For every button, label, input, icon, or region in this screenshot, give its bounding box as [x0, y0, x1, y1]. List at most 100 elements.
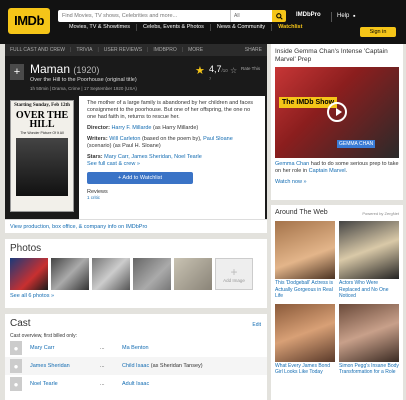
add-image-label: Add Image [223, 277, 245, 283]
actor-link[interactable]: Mary Carr [30, 345, 100, 351]
avatar[interactable]: ● [10, 341, 22, 355]
see-full-cast-link[interactable]: See full cast & crew » [87, 161, 257, 168]
search-input[interactable] [58, 10, 230, 22]
poster-date: Starting Sunday, Feb 12th [14, 103, 70, 108]
web-item-image[interactable] [275, 221, 335, 279]
photo-thumbnail[interactable] [174, 258, 212, 290]
avatar[interactable]: ● [10, 359, 22, 373]
crumb-imdbpro[interactable]: IMDbPro [153, 47, 176, 53]
add-image-button[interactable]: + Add Image [215, 258, 253, 290]
web-item-image[interactable] [339, 221, 399, 279]
stars-label: Stars: [87, 154, 103, 160]
sidebar: Inside Gemma Chan's Intense 'Captain Mar… [271, 44, 403, 400]
writer-link[interactable]: Will Carleton [109, 136, 140, 142]
poster-subtitle: The Wonder Picture Of It All [20, 131, 64, 135]
add-to-watchlist-button[interactable]: + Add to Watchlist [87, 172, 193, 184]
crumb-more[interactable]: MORE [188, 47, 203, 53]
share-icon[interactable]: ▪ [353, 13, 355, 20]
photo-thumbnail[interactable] [92, 258, 130, 290]
cast-dots: ... [100, 345, 105, 351]
imdbpro-link[interactable]: IMDbPro [296, 12, 321, 18]
rate-star-icon[interactable]: ☆ [230, 66, 237, 75]
character-link[interactable]: Adult Isaac [122, 381, 149, 387]
overview-area: Starting Sunday, Feb 12th OVER THE HILL … [5, 96, 267, 219]
cast-row: ● Mary Carr ... Ma Benton [5, 339, 267, 357]
character-role: Child Isaac (as Sheridan Tansey) [122, 363, 203, 369]
add-to-watchlist-ribbon[interactable]: + [10, 64, 24, 80]
edit-cast-link[interactable]: Edit [252, 322, 261, 328]
signin-button[interactable]: Sign in [360, 27, 396, 37]
title-bar: + Maman (1920) Over the Hill to the Poor… [5, 56, 267, 96]
character-link[interactable]: Child Isaac [122, 363, 149, 369]
cast-section: Cast Edit Cast overview, first billed on… [5, 308, 267, 400]
poster-image: Starting Sunday, Feb 12th OVER THE HILL … [11, 101, 73, 211]
actor-link[interactable]: James Sheridan [30, 363, 100, 369]
web-item[interactable]: This 'Dodgeball' Actress is Actually Gor… [275, 221, 335, 300]
top-navbar: IMDb All IMDbPro Help ▪ Movies, TV & Sho… [0, 0, 406, 44]
cast-dots: ... [100, 381, 105, 387]
photos-heading: Photos [10, 243, 42, 254]
search-scope-select[interactable]: All [230, 10, 272, 22]
divider [331, 12, 332, 22]
web-item[interactable]: Simon Pegg's Insane Body Transformation … [339, 303, 399, 376]
search-button[interactable] [272, 10, 286, 22]
cast-dots: ... [100, 363, 105, 369]
web-item-image[interactable] [275, 303, 335, 362]
imdbpro-info-bar: View production, box office, & company i… [5, 219, 267, 233]
web-item[interactable]: What Every James Bond Girl Looks Like To… [275, 303, 335, 376]
crumb-trivia[interactable]: TRIVIA [76, 47, 92, 53]
cast-row: ● Noel Tearle ... Adult Isaac [5, 375, 267, 393]
video-thumbnail[interactable]: The IMDb Show GEMMA CHAN [275, 67, 399, 158]
summary-panel: The mother of a large family is abandone… [79, 96, 265, 219]
web-item-caption[interactable]: Actors Who Were Replaced and No One Noti… [339, 280, 399, 300]
director-credit: Director: Harry F. Millarde (as Harry Mi… [87, 125, 257, 132]
around-the-web: Around The Web Powered by ZergNet This '… [271, 205, 403, 400]
writer-link[interactable]: Paul Sloane [203, 136, 233, 142]
actor-link[interactable]: Noel Tearle [30, 381, 100, 387]
poster[interactable]: Starting Sunday, Feb 12th OVER THE HILL … [10, 100, 74, 212]
crumb-full-cast[interactable]: FULL CAST AND CREW [10, 47, 65, 53]
featured-video-card: Inside Gemma Chan's Intense 'Captain Mar… [271, 44, 403, 200]
imdbpro-info-link[interactable]: View production, box office, & company i… [10, 224, 147, 230]
crumb-user-reviews[interactable]: USER REVIEWS [104, 47, 142, 53]
web-item-image[interactable] [339, 303, 399, 362]
photo-thumbnail[interactable] [10, 258, 48, 290]
play-icon[interactable] [327, 102, 347, 122]
rate-this[interactable]: Rate This [241, 66, 260, 71]
title-text: Maman [30, 62, 71, 76]
caption-person-link[interactable]: Gemma Chan [275, 161, 309, 167]
rating-count[interactable]: 7 [209, 76, 211, 81]
help-link[interactable]: Help [337, 13, 349, 19]
caption-movie-link[interactable]: Captain Marvel [309, 168, 346, 174]
nav-celebs[interactable]: Celebs, Events & Photos [137, 24, 211, 31]
character-link[interactable]: Ma Benton [122, 345, 149, 351]
web-item[interactable]: Actors Who Were Replaced and No One Noti… [339, 221, 399, 300]
photo-thumbnail[interactable] [51, 258, 89, 290]
web-item-caption[interactable]: This 'Dodgeball' Actress is Actually Gor… [275, 280, 335, 300]
search-box[interactable] [58, 10, 230, 22]
nav-movies[interactable]: Movies, TV & Showtimes [63, 24, 138, 31]
nav-watchlist[interactable]: Watchlist [272, 24, 308, 31]
featured-title[interactable]: Inside Gemma Chan's Intense 'Captain Mar… [275, 48, 399, 64]
avatar[interactable]: ● [10, 377, 22, 391]
photo-thumbnail[interactable] [133, 258, 171, 290]
critic-reviews-link[interactable]: 1 critic [87, 195, 257, 200]
plus-icon: + [230, 264, 238, 279]
imdb-logo[interactable]: IMDb [8, 8, 50, 34]
nav-news[interactable]: News & Community [211, 24, 273, 31]
stars-links[interactable]: Mary Carr, James Sheridan, Noel Tearle [104, 154, 202, 160]
original-title: Over the Hill to the Poorhouse (original… [30, 77, 137, 83]
crumb-share[interactable]: SHARE [245, 47, 262, 53]
plot-summary: The mother of a large family is abandone… [87, 100, 254, 120]
title-year[interactable]: (1920) [73, 65, 99, 75]
director-link[interactable]: Harry F. Millarde [111, 125, 151, 131]
director-note: (as Harry Millarde) [153, 125, 199, 131]
see-all-photos-link[interactable]: See all 6 photos » [5, 290, 267, 302]
poster-photo [16, 138, 68, 196]
reviews-section: Reviews 1 critic [87, 189, 257, 200]
rating-max: /10 [221, 68, 228, 73]
web-item-caption[interactable]: Simon Pegg's Insane Body Transformation … [339, 363, 399, 376]
breadcrumb: FULL CAST AND CREW | TRIVIA | USER REVIEWS… [5, 44, 267, 56]
watch-now-link[interactable]: Watch now » [275, 179, 399, 185]
web-item-caption[interactable]: What Every James Bond Girl Looks Like To… [275, 363, 335, 376]
